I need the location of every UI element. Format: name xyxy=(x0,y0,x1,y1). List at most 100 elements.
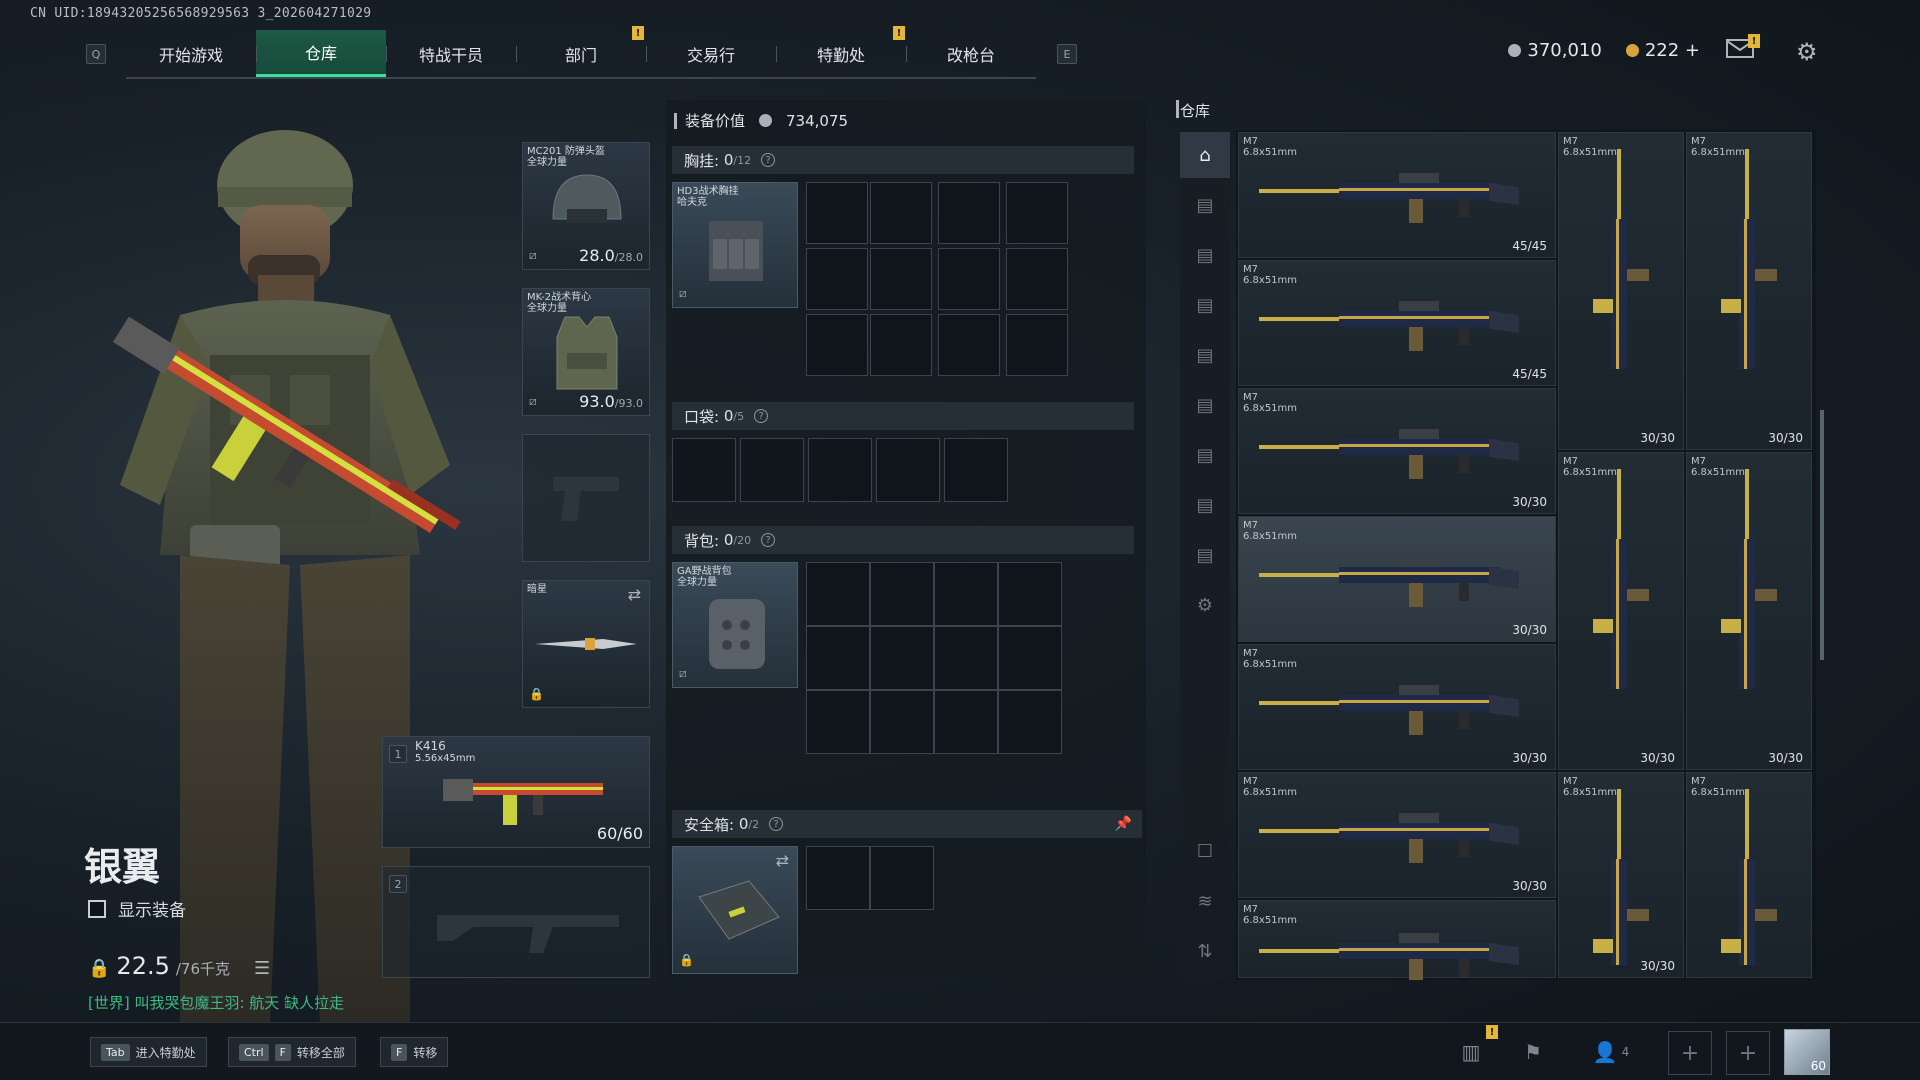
backpack-cell[interactable] xyxy=(806,626,870,690)
backpack-item[interactable]: GA野战背包 全球力量 ⧄ xyxy=(672,562,798,688)
list-icon[interactable]: ☰ xyxy=(254,958,270,979)
profile-icon[interactable]: ☐ xyxy=(1180,828,1230,874)
sort-icon[interactable]: ⇅ xyxy=(1180,928,1230,974)
show-equipment-toggle[interactable]: 显示装备 xyxy=(88,896,186,921)
flag-icon[interactable]: ⚑ xyxy=(1516,1035,1550,1069)
world-chat-message[interactable]: [世界] 叫我哭包魔王羽: 航天 缺人拉走 xyxy=(88,992,344,1013)
warehouse-item[interactable]: M7 6.8x51mm 30/30 xyxy=(1686,132,1812,450)
invite-slot-button[interactable]: + xyxy=(1726,1031,1770,1075)
armor-slot[interactable]: MK-2战术背心 全球力量 ⧄ 93.0/93.0 xyxy=(522,288,650,416)
chest-rig-item[interactable]: HD3战术胸挂 哈夫克 ⧄ xyxy=(672,182,798,308)
warehouse-item[interactable]: M7 6.8x51mm 45/45 xyxy=(1238,260,1556,386)
storage-page-icon[interactable]: ▤ xyxy=(1180,482,1230,528)
chest-rig-cell[interactable] xyxy=(806,182,868,244)
rifle-icon xyxy=(1259,557,1519,607)
pocket-cell[interactable] xyxy=(740,438,804,502)
backpack-cell[interactable] xyxy=(870,690,934,754)
backpack-cell[interactable] xyxy=(934,690,998,754)
layers-icon[interactable]: ≋ xyxy=(1180,878,1230,924)
warehouse-item[interactable]: M7 6.8x51mm 30/30 xyxy=(1238,772,1556,898)
player-avatar[interactable]: 60 xyxy=(1784,1029,1830,1075)
storage-page-icon[interactable]: ▤ xyxy=(1180,232,1230,278)
warehouse-item[interactable]: M7 6.8x51mm 30/30 xyxy=(1238,644,1556,770)
warehouse-all-icon[interactable]: ⌂ xyxy=(1180,132,1230,178)
storage-page-icon[interactable]: ▤ xyxy=(1180,532,1230,578)
backpack-cell[interactable] xyxy=(806,562,870,626)
pocket-cell[interactable] xyxy=(944,438,1008,502)
chest-rig-cell[interactable] xyxy=(938,182,1000,244)
pocket-cell[interactable] xyxy=(808,438,872,502)
backpack-cell[interactable] xyxy=(998,562,1062,626)
tab-market[interactable]: 交易行 xyxy=(646,30,776,77)
transfer-all-hotkey[interactable]: Ctrl F 转移全部 xyxy=(228,1037,356,1067)
pin-icon[interactable]: 📌 xyxy=(1115,816,1132,832)
storage-page-icon[interactable]: ▤ xyxy=(1180,282,1230,328)
chest-rig-cell[interactable] xyxy=(870,248,932,310)
warehouse-item[interactable]: M7 6.8x51mm 30/30 xyxy=(1686,452,1812,770)
storage-page-icon[interactable]: ▤ xyxy=(1180,432,1230,478)
warehouse-scrollbar[interactable] xyxy=(1820,410,1824,660)
invite-slot-button[interactable]: + xyxy=(1668,1031,1712,1075)
next-tab-key[interactable]: E xyxy=(1057,44,1077,64)
storage-page-icon[interactable]: ▤ xyxy=(1180,332,1230,378)
warehouse-item[interactable]: M7 6.8x51mm 45/45 xyxy=(1238,132,1556,258)
chest-rig-cell[interactable] xyxy=(938,314,1000,376)
tab-gunsmith[interactable]: 改枪台 xyxy=(906,30,1036,77)
help-icon[interactable]: ? xyxy=(761,533,776,547)
tab-start-game[interactable]: 开始游戏 xyxy=(126,30,256,77)
backpack-cell[interactable] xyxy=(998,626,1062,690)
chest-rig-cell[interactable] xyxy=(870,314,932,376)
gear-icon[interactable]: ⚙ xyxy=(1180,582,1230,628)
pocket-cell[interactable] xyxy=(672,438,736,502)
add-currency-button[interactable]: + xyxy=(1685,40,1700,61)
gold-currency[interactable]: 222 + xyxy=(1625,40,1700,61)
tab-special-ops[interactable]: 特勤处 xyxy=(776,30,906,77)
swap-icon[interactable]: ⇄ xyxy=(776,851,789,870)
gear-icon[interactable]: ⚙ xyxy=(1796,38,1818,66)
warehouse-item[interactable]: M7 6.8x51mm 30/30 xyxy=(1558,452,1684,770)
chest-rig-cell[interactable] xyxy=(1006,314,1068,376)
primary-weapon-slot[interactable]: 1 K416 5.56x45mm 60/60 xyxy=(382,736,650,848)
backpack-cell[interactable] xyxy=(934,562,998,626)
stats-icon[interactable]: ▥ xyxy=(1454,1035,1488,1069)
backpack-cell[interactable] xyxy=(870,562,934,626)
chest-rig-cell[interactable] xyxy=(806,248,868,310)
pocket-cell[interactable] xyxy=(876,438,940,502)
chest-rig-cell[interactable] xyxy=(938,248,1000,310)
safebox-cell[interactable] xyxy=(806,846,870,910)
chest-rig-cell[interactable] xyxy=(870,182,932,244)
pistol-slot[interactable] xyxy=(522,434,650,562)
prev-tab-key[interactable]: Q xyxy=(86,44,106,64)
storage-page-icon[interactable]: ▤ xyxy=(1180,382,1230,428)
swap-icon[interactable]: ⇄ xyxy=(628,585,641,604)
tab-warehouse[interactable]: 仓库 xyxy=(256,30,386,77)
tab-department[interactable]: 部门 xyxy=(516,30,646,77)
tab-operators[interactable]: 特战干员 xyxy=(386,30,516,77)
warehouse-item[interactable]: M7 6.8x51mm 30/30 xyxy=(1558,772,1684,978)
safebox-cell[interactable] xyxy=(870,846,934,910)
safebox-item[interactable]: ⇄ 🔒 xyxy=(672,846,798,974)
storage-page-icon[interactable]: ▤ xyxy=(1180,182,1230,228)
warehouse-item[interactable]: M7 6.8x51mm xyxy=(1238,900,1556,980)
backpack-cell[interactable] xyxy=(806,690,870,754)
help-icon[interactable]: ? xyxy=(754,409,769,423)
secondary-weapon-slot[interactable]: 2 xyxy=(382,866,650,978)
warehouse-item[interactable]: M7 6.8x51mm xyxy=(1686,772,1812,978)
help-icon[interactable]: ? xyxy=(769,817,784,831)
backpack-cell[interactable] xyxy=(934,626,998,690)
enter-special-ops-hotkey[interactable]: Tab 进入特勤处 xyxy=(90,1037,207,1067)
melee-slot[interactable]: 暗星 ⇄ 🔒 xyxy=(522,580,650,708)
show-equipment-checkbox[interactable] xyxy=(88,899,106,918)
squad-icon[interactable]: 👤 4 xyxy=(1586,1035,1636,1069)
chest-rig-cell[interactable] xyxy=(806,314,868,376)
helmet-slot[interactable]: MC201 防弹头盔 全球力量 ⧄ 28.0/28.0 xyxy=(522,142,650,270)
backpack-cell[interactable] xyxy=(870,626,934,690)
help-icon[interactable]: ? xyxy=(761,153,776,167)
backpack-cell[interactable] xyxy=(998,690,1062,754)
warehouse-item[interactable]: M7 6.8x51mm 30/30 xyxy=(1238,388,1556,514)
transfer-hotkey[interactable]: F 转移 xyxy=(380,1037,449,1067)
chest-rig-cell[interactable] xyxy=(1006,182,1068,244)
warehouse-item[interactable]: M7 6.8x51mm 30/30 xyxy=(1558,132,1684,450)
chest-rig-cell[interactable] xyxy=(1006,248,1068,310)
warehouse-item[interactable]: M7 6.8x51mm 30/30 xyxy=(1238,516,1556,642)
